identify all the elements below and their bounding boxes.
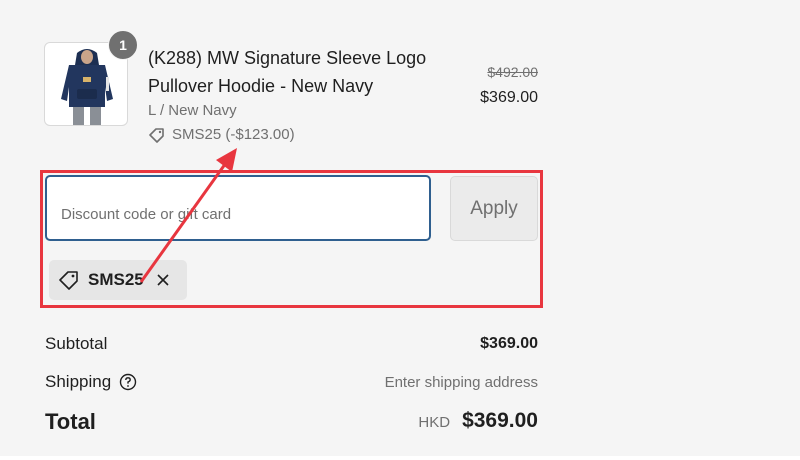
currency-code: HKD <box>418 414 451 431</box>
product-title: (K288) MW Signature Sleeve Logo Pullover… <box>148 48 427 96</box>
quantity-badge: 1 <box>108 30 138 60</box>
shipping-label: Shipping <box>45 372 112 391</box>
original-price: $492.00 <box>487 64 538 80</box>
total-label: Total <box>45 409 96 434</box>
shipping-row: Shipping <box>45 372 137 392</box>
panel-bottom-edge <box>0 456 800 460</box>
subtotal-value: $369.00 <box>480 335 538 352</box>
product-variant: L / New Navy <box>148 102 237 119</box>
tag-icon <box>149 127 164 143</box>
shipping-value: Enter shipping address <box>384 374 538 391</box>
line-item-discount: SMS25 (-$123.00) <box>148 126 295 143</box>
subtotal-label: Subtotal <box>45 334 108 353</box>
total-amount: $369.00 <box>462 409 538 432</box>
line-item-discount-label: SMS25 (-$123.00) <box>172 126 295 143</box>
annotation-highlight-box <box>40 170 543 308</box>
discounted-price: $369.00 <box>480 89 538 106</box>
total-value-group: HKD $369.00 <box>418 409 538 433</box>
help-icon[interactable] <box>119 373 137 391</box>
